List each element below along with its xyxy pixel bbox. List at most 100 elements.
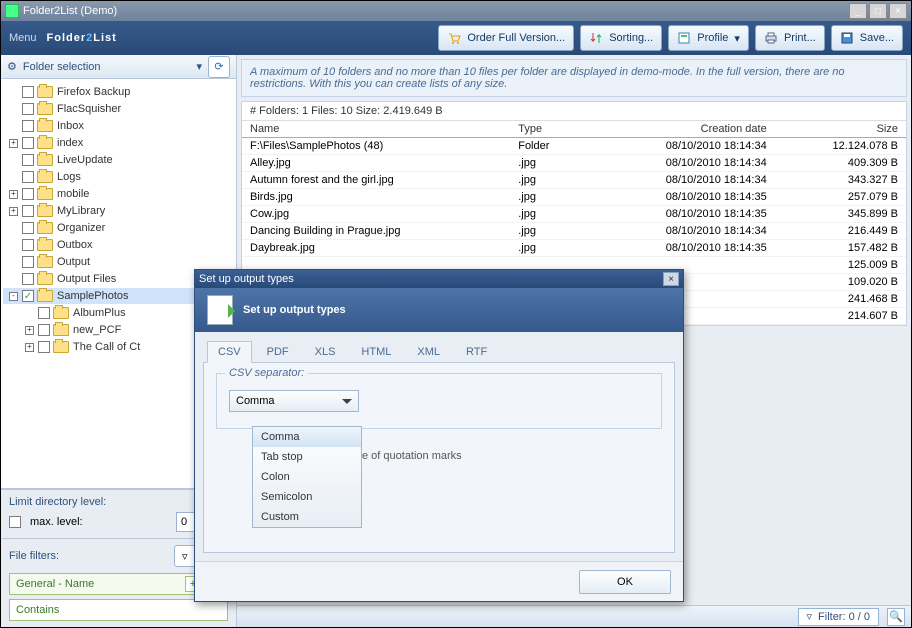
tree-checkbox[interactable] (22, 222, 34, 234)
tree-spacer (9, 275, 18, 284)
dropdown-option[interactable]: Semicolon (253, 487, 361, 507)
csv-separator-dropdown[interactable]: CommaTab stopColonSemicolonCustom (252, 426, 362, 528)
tree-node[interactable]: FlacSquisher (3, 101, 234, 117)
table-row[interactable]: Alley.jpg.jpg08/10/2010 18:14:34409.309 … (242, 155, 906, 172)
tree-checkbox[interactable] (22, 154, 34, 166)
window-titlebar: Folder2List (Demo) _ □ × (1, 1, 911, 21)
tree-node[interactable]: Outbox (3, 237, 234, 253)
folder-icon (37, 120, 53, 132)
tree-node[interactable]: +MyLibrary (3, 203, 234, 219)
tree-node[interactable]: Inbox (3, 118, 234, 134)
folder-icon (37, 205, 53, 217)
menu-item-menu[interactable]: Menu (9, 32, 37, 44)
tab-pdf[interactable]: PDF (256, 341, 300, 363)
folder-selection-header[interactable]: ⚙ Folder selection ▾ ⟳ (1, 55, 236, 79)
table-row[interactable]: F:\Files\SamplePhotos (48)Folder08/10/20… (242, 138, 906, 155)
tree-node[interactable]: +mobile (3, 186, 234, 202)
tree-node[interactable]: +index (3, 135, 234, 151)
tree-checkbox[interactable] (22, 273, 34, 285)
table-row[interactable]: Cow.jpg.jpg08/10/2010 18:14:35345.899 B (242, 206, 906, 223)
table-row[interactable]: Dancing Building in Prague.jpg.jpg08/10/… (242, 223, 906, 240)
expand-icon[interactable]: + (9, 139, 18, 148)
col-date[interactable]: Creation date (586, 121, 774, 138)
expand-icon[interactable]: + (9, 190, 18, 199)
tree-spacer (9, 173, 18, 182)
tree-label: Output Files (57, 273, 116, 285)
dialog-titlebar[interactable]: Set up output types × (195, 270, 683, 288)
expand-icon[interactable]: + (25, 343, 34, 352)
order-full-version-button[interactable]: Order Full Version... (438, 25, 574, 51)
tree-checkbox[interactable] (38, 307, 50, 319)
tree-label: Output (57, 256, 90, 268)
tab-xls[interactable]: XLS (304, 341, 347, 363)
tree-node[interactable]: Logs (3, 169, 234, 185)
tree-checkbox[interactable] (22, 171, 34, 183)
close-button[interactable]: × (889, 3, 907, 19)
status-search-button[interactable]: 🔍 (887, 608, 905, 626)
dropdown-option[interactable]: Comma (253, 427, 361, 447)
collapse-icon[interactable]: - (9, 292, 18, 301)
csv-separator-group: CSV separator: Comma (216, 373, 662, 429)
dropdown-option[interactable]: Tab stop (253, 447, 361, 467)
tree-label: Logs (57, 171, 81, 183)
folder-icon (37, 290, 53, 302)
tree-checkbox[interactable] (22, 103, 34, 115)
tree-checkbox[interactable] (22, 120, 34, 132)
dialog-close-button[interactable]: × (663, 272, 679, 286)
status-filter[interactable]: ▿ Filter: 0 / 0 (798, 608, 880, 626)
filter-contains-row[interactable]: Contains (9, 599, 228, 621)
tree-label: FlacSquisher (57, 103, 121, 115)
app-icon (5, 4, 19, 18)
table-row[interactable]: Autumn forest and the girl.jpg.jpg08/10/… (242, 172, 906, 189)
tab-html[interactable]: HTML (350, 341, 402, 363)
minimize-button[interactable]: _ (849, 3, 867, 19)
chevron-down-icon[interactable]: ▾ (196, 60, 202, 73)
col-size[interactable]: Size (775, 121, 906, 138)
table-row[interactable]: Birds.jpg.jpg08/10/2010 18:14:35257.079 … (242, 189, 906, 206)
tree-label: Organizer (57, 222, 105, 234)
col-type[interactable]: Type (510, 121, 586, 138)
listing-summary: # Folders: 1 Files: 10 Size: 2.419.649 B (242, 102, 906, 120)
tree-checkbox[interactable]: ✓ (22, 290, 34, 302)
tree-node[interactable]: Firefox Backup (3, 84, 234, 100)
table-row[interactable]: Daybreak.jpg.jpg08/10/2010 18:14:35157.4… (242, 240, 906, 257)
funnel-icon[interactable]: ▿ (174, 545, 196, 567)
col-name[interactable]: Name (242, 121, 510, 138)
dropdown-option[interactable]: Custom (253, 507, 361, 527)
expand-icon[interactable]: + (9, 207, 18, 216)
tree-checkbox[interactable] (22, 137, 34, 149)
folder-icon (37, 86, 53, 98)
tree-checkbox[interactable] (22, 205, 34, 217)
tree-checkbox[interactable] (22, 86, 34, 98)
tree-spacer (9, 241, 18, 250)
folder-icon (53, 324, 69, 336)
tree-node[interactable]: Output (3, 254, 234, 270)
tab-rtf[interactable]: RTF (455, 341, 498, 363)
refresh-button[interactable]: ⟳ (208, 56, 230, 78)
tab-csv[interactable]: CSV (207, 341, 252, 363)
tree-node[interactable]: Organizer (3, 220, 234, 236)
search-icon: 🔍 (889, 610, 903, 623)
tree-checkbox[interactable] (38, 341, 50, 353)
profile-button[interactable]: Profile ▾ (668, 25, 749, 51)
expand-icon[interactable]: + (25, 326, 34, 335)
tree-label: Firefox Backup (57, 86, 130, 98)
tree-label: SamplePhotos (57, 290, 129, 302)
ok-button[interactable]: OK (579, 570, 671, 594)
tab-xml[interactable]: XML (406, 341, 451, 363)
filters-title: File filters: (9, 550, 59, 562)
tree-checkbox[interactable] (22, 188, 34, 200)
print-button[interactable]: Print... (755, 25, 825, 51)
max-level-checkbox[interactable] (9, 516, 21, 528)
tree-checkbox[interactable] (22, 239, 34, 251)
tree-checkbox[interactable] (38, 324, 50, 336)
tree-label: new_PCF (73, 324, 121, 336)
save-button[interactable]: Save... (831, 25, 903, 51)
tree-label: Inbox (57, 120, 84, 132)
tree-node[interactable]: LiveUpdate (3, 152, 234, 168)
sorting-button[interactable]: Sorting... (580, 25, 662, 51)
tree-checkbox[interactable] (22, 256, 34, 268)
dropdown-option[interactable]: Colon (253, 467, 361, 487)
maximize-button[interactable]: □ (869, 3, 887, 19)
csv-separator-combo[interactable]: Comma (229, 390, 359, 412)
